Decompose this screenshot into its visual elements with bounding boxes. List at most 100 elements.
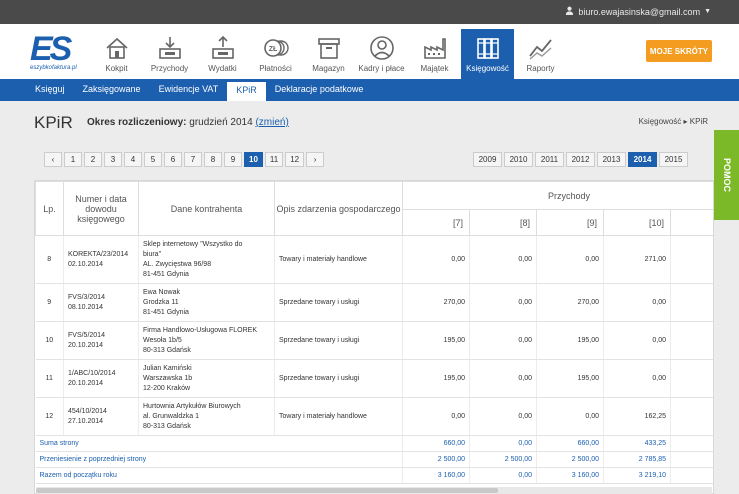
doc-date: 08.10.2014	[68, 303, 104, 311]
doc-number: 1/ABC/10/2014	[68, 369, 116, 377]
cell-c8: 0,00	[469, 397, 537, 436]
sum-label: Razem od początku roku	[35, 467, 403, 484]
page-3[interactable]: 3	[104, 152, 122, 167]
cell-c9: 195,00	[536, 359, 604, 398]
cell-c9: 195,00	[536, 321, 604, 360]
doc-date: 20.10.2014	[68, 341, 104, 349]
cell-doc: 454/10/2014 27.10.2014	[63, 397, 139, 436]
user-menu[interactable]: biuro.ewajasinska@gmail.com ▼	[565, 6, 711, 17]
page-5[interactable]: 5	[144, 152, 162, 167]
logo[interactable]: ES eszybkofaktura.pl	[30, 32, 90, 77]
nav-platnosci[interactable]: ZŁ Płatności	[249, 29, 302, 79]
cell-c10: 162,25	[603, 397, 671, 436]
year-2011[interactable]: 2011	[535, 152, 564, 167]
cell-opis: Sprzedane towary i usługi	[274, 283, 403, 322]
cell-c7: 0,00	[402, 235, 470, 284]
house-icon	[105, 37, 128, 59]
page-8[interactable]: 8	[204, 152, 222, 167]
table-row[interactable]: 9 FVS/3/2014 08.10.2014 Ewa Nowak Grodzka …	[35, 283, 713, 322]
sum-c7: 660,00	[402, 435, 470, 452]
kontrahent-line: biura"	[143, 250, 162, 258]
page-4[interactable]: 4	[124, 152, 142, 167]
col-8: [8]	[469, 209, 537, 236]
kontrahent-line: Ewa Nowak	[143, 288, 180, 296]
kontrahent-line: Warszawska 1b	[143, 374, 193, 382]
cell-c11	[670, 359, 713, 398]
sum-c11	[670, 451, 713, 468]
table-row[interactable]: 8 KOREKTA/23/2014 02.10.2014 Sklep intern…	[35, 235, 713, 284]
year-2013[interactable]: 2013	[597, 152, 626, 167]
sum-c9: 3 160,00	[536, 467, 604, 484]
year-2012[interactable]: 2012	[566, 152, 595, 167]
nav-majatek[interactable]: Majątek	[408, 29, 461, 79]
tab-zaksiegowane[interactable]: Zaksięgowane	[74, 79, 150, 101]
tab-deklaracje[interactable]: Deklaracje podatkowe	[266, 79, 373, 101]
page-11[interactable]: 11	[264, 152, 284, 167]
nav-magazyn[interactable]: Magazyn	[302, 29, 355, 79]
table-row[interactable]: 11 1/ABC/10/2014 20.10.2014 Julian Kamińs…	[35, 359, 713, 398]
sum-c11	[670, 435, 713, 452]
doc-date: 27.10.2014	[68, 417, 104, 425]
page-10[interactable]: 10	[244, 152, 263, 167]
cell-c7: 195,00	[402, 359, 470, 398]
tab-kpir[interactable]: KPiR	[227, 82, 266, 101]
cell-lp: 8	[35, 235, 64, 284]
page-2[interactable]: 2	[84, 152, 102, 167]
box-icon	[317, 38, 340, 59]
change-period-link[interactable]: (zmień)	[255, 117, 288, 128]
cell-kontrahent: Julian Kamiński Warszawska 1b 12-200 Krakó…	[138, 359, 275, 398]
year-2014[interactable]: 2014	[628, 152, 657, 167]
kontrahent-line: 80-313 Gdańsk	[143, 346, 191, 354]
kontrahent-line: AL. Zwycięstwa 96/98	[143, 260, 212, 268]
tab-ksieguj[interactable]: Księguj	[26, 79, 74, 101]
sum-c8: 2 500,00	[469, 451, 537, 468]
nav-ksiegowosc[interactable]: Księgowość	[461, 29, 514, 79]
cell-c7: 270,00	[402, 283, 470, 322]
breadcrumb-parent[interactable]: Księgowość	[639, 117, 682, 126]
nav-label: Przychody	[150, 64, 189, 73]
kontrahent-line: al. Grunwaldzka 1	[143, 412, 200, 420]
page-6[interactable]: 6	[164, 152, 182, 167]
cell-c9: 270,00	[536, 283, 604, 322]
page-1[interactable]: 1	[64, 152, 82, 167]
cell-c11	[670, 235, 713, 284]
nav-kadry[interactable]: Kadry i płace	[355, 29, 408, 79]
coin-text: ZŁ	[268, 46, 277, 53]
nav-przychody[interactable]: Przychody	[143, 29, 196, 79]
year-2010[interactable]: 2010	[504, 152, 533, 167]
cell-opis: Sprzedane towary i usługi	[274, 321, 403, 360]
sum-row: Przeniesienie z poprzedniej strony 2 500…	[35, 451, 713, 468]
table-row[interactable]: 12 454/10/2014 27.10.2014 Hurtownia Artyk…	[35, 397, 713, 436]
nav-raporty[interactable]: Raporty	[514, 29, 567, 79]
cell-opis: Sprzedane towary i usługi	[274, 359, 403, 398]
kontrahent-line: Firma Handlowo-Usługowa FLOREK	[143, 326, 257, 334]
nav-wydatki[interactable]: Wydatki	[196, 29, 249, 79]
kontrahent-line: Grodzka 11	[143, 298, 179, 306]
prev-page-button[interactable]: ‹	[44, 152, 62, 167]
page-9[interactable]: 9	[224, 152, 242, 167]
page-12[interactable]: 12	[285, 152, 305, 167]
nav-label: Kadry i płace	[358, 64, 405, 73]
period-info: Okres rozliczeniowy: grudzień 2014 (zmie…	[87, 117, 289, 128]
horizontal-scrollbar[interactable]	[36, 487, 712, 494]
help-tab[interactable]: POMOC	[714, 130, 739, 220]
nav-kokpit[interactable]: Kokpit	[90, 29, 143, 79]
year-2009[interactable]: 2009	[473, 152, 502, 167]
sum-row: Razem od początku roku 3 160,00 0,00 3 1…	[35, 467, 713, 484]
cell-doc: FVS/3/2014 08.10.2014	[63, 283, 139, 322]
scrollbar-thumb[interactable]	[36, 488, 498, 493]
year-2015[interactable]: 2015	[659, 152, 688, 167]
tab-ewidencje-vat[interactable]: Ewidencje VAT	[150, 79, 228, 101]
logo-subtitle: eszybkofaktura.pl	[30, 65, 77, 71]
moje-skroty-button[interactable]: MOJE SKRÓTY	[646, 40, 712, 62]
next-page-button[interactable]: ›	[306, 152, 325, 167]
kontrahent-line: 80-313 Gdańsk	[143, 422, 191, 430]
sum-c11	[670, 467, 713, 484]
user-email: biuro.ewajasinska@gmail.com	[578, 6, 701, 17]
table-row[interactable]: 10 FVS/5/2014 20.10.2014 Firma Handlowo-U…	[35, 321, 713, 360]
person-icon	[565, 6, 574, 17]
kontrahent-line: Hurtownia Artykułów Biurowych	[143, 402, 241, 410]
page-7[interactable]: 7	[184, 152, 202, 167]
col-9: [9]	[536, 209, 604, 236]
coins-icon: ZŁ	[263, 39, 289, 57]
